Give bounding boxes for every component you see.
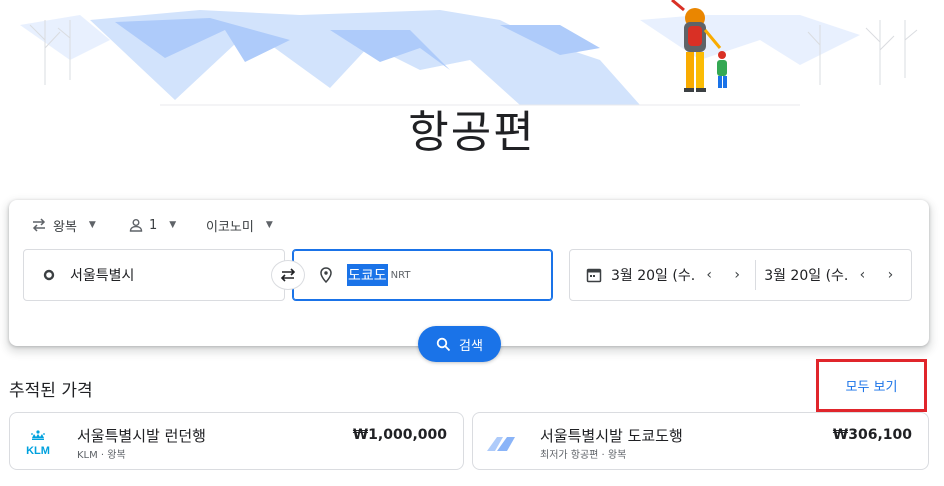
origin-field[interactable]: 서울특별시 [23, 249, 285, 301]
swap-icon [280, 268, 296, 282]
return-date[interactable]: 3월 20일 (수. [764, 265, 848, 285]
chevron-down-icon: ▼ [265, 220, 273, 230]
depart-next-chevron-icon[interactable]: › [723, 267, 751, 283]
page-title: 항공편 [408, 107, 536, 158]
route-subtitle: 최저가 항공편 · 왕복 [540, 450, 627, 461]
tracked-price-card[interactable]: 서울특별시발 도쿄도행 최저가 항공편 · 왕복 ₩306,100 [472, 412, 929, 470]
price-value: ₩1,000,000 [352, 427, 447, 443]
search-card: 왕복 ▼ 1 ▼ 이코노미 ▼ 서울특별시 도쿄도 NRT 3월 20일 (수. [9, 200, 929, 346]
return-next-chevron-icon[interactable]: › [876, 267, 904, 283]
trip-type-dropdown[interactable]: 왕복 ▼ [31, 214, 96, 236]
return-prev-chevron-icon[interactable]: ‹ [848, 267, 876, 283]
search-icon [436, 337, 451, 351]
cabin-class-label: 이코노미 [206, 219, 254, 235]
chevron-down-icon: ▼ [88, 220, 96, 230]
dates-field[interactable]: 3월 20일 (수. ‹ › 3월 20일 (수. ‹ › [569, 249, 912, 301]
tracked-prices-heading: 추적된 가격 [9, 381, 93, 401]
route-text: 서울특별시발 도쿄도행 [540, 427, 683, 445]
depart-date[interactable]: 3월 20일 (수. [611, 265, 695, 285]
tracked-price-card[interactable]: KLM 서울특별시발 런던행 KLM · 왕복 ₩1,000,000 [9, 412, 464, 470]
cabin-class-dropdown[interactable]: 이코노미 ▼ [206, 214, 273, 236]
location-pin-icon [320, 267, 332, 283]
flights-page: 항공편 왕복 ▼ 1 ▼ 이코노미 ▼ 서울특별시 도쿄도 NRT 3월 20일… [0, 0, 944, 486]
klm-logo: KLM [20, 429, 56, 457]
calendar-icon [586, 268, 602, 283]
trip-type-label: 왕복 [53, 219, 77, 235]
search-button-label: 검색 [459, 338, 483, 354]
swap-arrows-icon [32, 218, 46, 232]
route-text: 서울특별시발 런던행 [77, 427, 206, 445]
passengers-dropdown[interactable]: 1 ▼ [129, 214, 176, 236]
price-value: ₩306,100 [832, 427, 912, 443]
origin-value: 서울특별시 [70, 268, 135, 284]
svg-text:KLM: KLM [26, 445, 50, 457]
destination-airport-code: NRT [390, 269, 411, 281]
see-all-link[interactable]: 모두 보기 [816, 359, 927, 412]
date-divider [755, 260, 757, 290]
destination-selected-text: 도쿄도 [347, 264, 388, 286]
chevron-down-icon: ▼ [169, 220, 177, 230]
depart-prev-chevron-icon[interactable]: ‹ [695, 267, 723, 283]
generic-airline-icon [483, 429, 519, 457]
route-subtitle: KLM · 왕복 [77, 450, 126, 461]
search-button[interactable]: 검색 [418, 326, 501, 362]
person-icon [129, 219, 143, 232]
destination-field[interactable]: 도쿄도 NRT [292, 249, 553, 301]
origin-circle-icon [43, 269, 55, 281]
swap-button[interactable] [271, 260, 305, 290]
passengers-count: 1 [149, 217, 158, 233]
